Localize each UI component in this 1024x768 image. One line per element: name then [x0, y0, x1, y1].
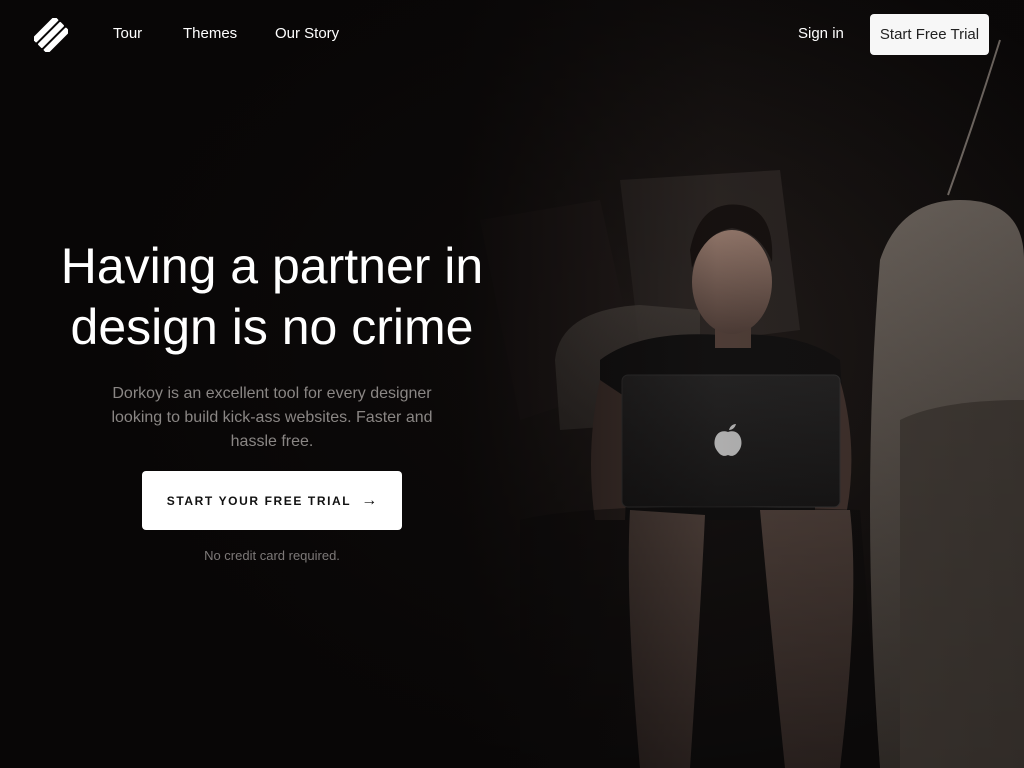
- nav-link-tour[interactable]: Tour: [113, 25, 142, 43]
- nav-link-our-story[interactable]: Our Story: [275, 25, 339, 43]
- start-free-trial-button[interactable]: Start Free Trial: [870, 14, 989, 55]
- top-navigation: Tour Themes Our Story Sign in Start Free…: [0, 0, 1024, 68]
- start-your-free-trial-button[interactable]: START YOUR FREE TRIAL →: [142, 471, 402, 530]
- cta-label: START YOUR FREE TRIAL: [166, 493, 352, 508]
- nav-link-themes[interactable]: Themes: [183, 25, 237, 43]
- stripes-logo-icon[interactable]: [32, 16, 70, 54]
- arrow-right-icon: →: [361, 491, 378, 509]
- hero-subtext: Dorkoy is an excellent tool for every de…: [111, 385, 433, 450]
- no-credit-card-note: No credit card required.: [204, 548, 340, 563]
- hero-headline: Having a partner in design is no crime: [60, 238, 484, 355]
- sign-in-link[interactable]: Sign in: [798, 25, 844, 43]
